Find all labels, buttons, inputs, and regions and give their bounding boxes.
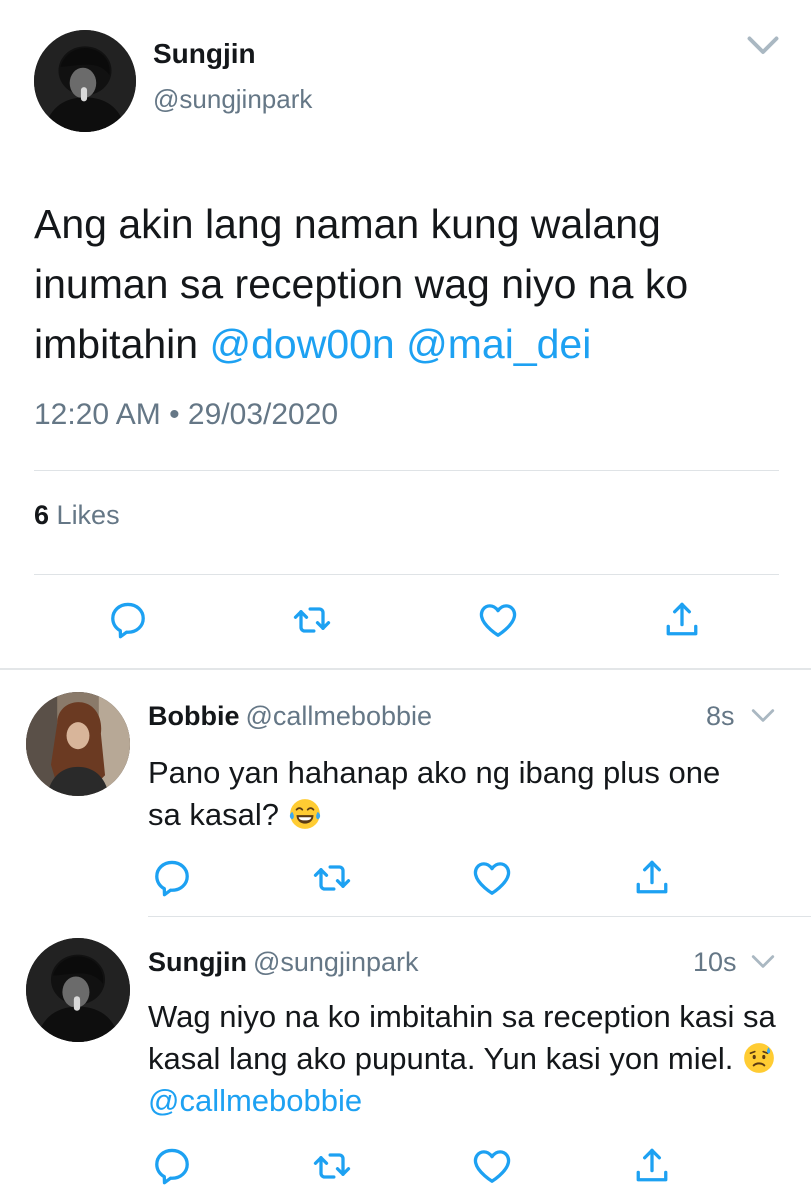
avatar[interactable] — [26, 938, 130, 1042]
mention-link[interactable]: @dow00n — [209, 321, 394, 367]
retweet-icon[interactable] — [290, 598, 334, 642]
chevron-down-icon[interactable] — [745, 34, 781, 62]
reply-author-name: Bobbie — [148, 701, 240, 731]
retweet-icon[interactable] — [310, 1144, 354, 1188]
reply-text: Pano yan hahanap ako ng ibang plus one s… — [148, 752, 748, 836]
reply-text-body: Wag niyo na ko imbitahin sa reception ka… — [148, 999, 776, 1076]
reply-icon[interactable] — [150, 856, 194, 900]
avatar[interactable] — [34, 30, 136, 132]
share-icon[interactable] — [630, 1144, 674, 1188]
likes-number: 6 — [34, 500, 50, 530]
like-icon[interactable] — [476, 598, 520, 642]
mention-link[interactable]: @mai_dei — [406, 321, 591, 367]
share-icon[interactable] — [660, 598, 704, 642]
likes-count[interactable]: 6 Likes — [34, 500, 120, 531]
avatar-image — [26, 692, 130, 796]
face-with-tears-of-joy-icon — [288, 797, 322, 831]
like-icon[interactable] — [470, 856, 514, 900]
mention-link[interactable]: @callmebobbie — [148, 1083, 362, 1118]
share-icon[interactable] — [630, 856, 674, 900]
reply-author-handle: @callmebobbie — [245, 701, 433, 731]
tweet-timestamp: 12:20 AM • 29/03/2020 — [34, 398, 339, 431]
sad-but-relieved-face-icon — [742, 1041, 776, 1075]
avatar-image — [34, 30, 136, 132]
reply-author-handle: @sungjinpark — [252, 947, 419, 977]
divider — [34, 470, 779, 471]
reply-text: Wag niyo na ko imbitahin sa reception ka… — [148, 996, 798, 1122]
tweet-text: Ang akin lang naman kung walang inuman s… — [34, 194, 794, 374]
reply-text-body: Pano yan hahanap ako ng ibang plus one s… — [148, 755, 721, 832]
retweet-icon[interactable] — [310, 856, 354, 900]
divider — [34, 574, 779, 575]
avatar[interactable] — [26, 692, 130, 796]
reply-icon[interactable] — [106, 598, 150, 642]
author-name[interactable]: Sungjin — [153, 38, 256, 70]
like-icon[interactable] — [470, 1144, 514, 1188]
reply-icon[interactable] — [150, 1144, 194, 1188]
reply-author[interactable]: Bobbie @callmebobbie — [148, 701, 432, 732]
avatar-image — [26, 938, 130, 1042]
likes-label: Likes — [56, 500, 120, 530]
chevron-down-icon[interactable] — [750, 953, 776, 973]
reply-author-name: Sungjin — [148, 947, 247, 977]
chevron-down-icon[interactable] — [750, 707, 776, 727]
author-handle[interactable]: @sungjinpark — [153, 84, 312, 115]
reply-time: 10s — [693, 947, 737, 977]
section-separator — [0, 668, 811, 670]
reply-time: 8s — [706, 701, 735, 731]
divider — [148, 916, 811, 917]
reply-author[interactable]: Sungjin @sungjinpark — [148, 947, 418, 978]
